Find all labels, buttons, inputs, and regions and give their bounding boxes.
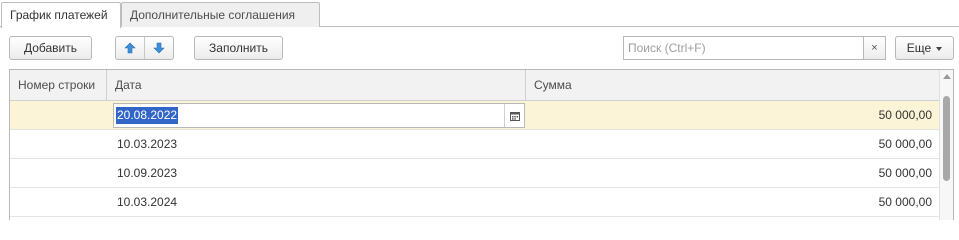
table-row[interactable]: 20.08.2022 50 000,00 [10,101,940,130]
row-number-cell[interactable] [10,101,107,129]
amount-cell[interactable]: 50 000,00 [526,188,940,216]
amount-cell[interactable]: 50 000,00 [526,101,940,129]
chevron-down-icon [936,46,943,51]
move-up-button[interactable] [116,37,144,59]
column-header-amount[interactable]: Сумма [526,70,940,100]
table-header: Номер строки Дата Сумма [10,70,940,101]
fill-button[interactable]: Заполнить [194,36,283,60]
calendar-icon [509,111,520,121]
table-row[interactable]: 10.03.2024 50 000,00 [10,188,940,217]
amount-cell[interactable]: 50 000,00 [526,159,940,187]
date-edit-value[interactable]: 20.08.2022 [116,107,179,124]
tab-payment-schedule[interactable]: График платежей [1,2,121,28]
row-number-cell[interactable] [10,130,107,158]
add-button[interactable]: Добавить [9,36,92,60]
table-row[interactable]: 10.09.2023 50 000,00 [10,159,940,188]
row-number-cell[interactable] [10,188,107,216]
tab-bar: График платежей Дополнительные соглашени… [0,0,959,28]
row-number-cell[interactable] [10,159,107,187]
column-header-date[interactable]: Дата [107,70,526,100]
arrow-up-icon [124,42,136,54]
amount-cell[interactable]: 50 000,00 [526,130,940,158]
date-cell[interactable]: 10.03.2024 [107,188,526,216]
vertical-scrollbar[interactable] [939,70,953,220]
payment-schedule-table: Номер строки Дата Сумма 20.08.2022 50 00… [9,69,954,220]
scrollbar-thumb[interactable] [943,96,950,181]
move-down-button[interactable] [144,37,173,59]
search-input[interactable] [623,36,863,60]
column-header-row-number[interactable]: Номер строки [10,70,107,100]
arrow-down-icon [153,42,165,54]
date-cell[interactable]: 10.09.2023 [107,159,526,187]
close-icon: × [871,42,878,54]
more-button[interactable]: Еще [895,36,954,60]
date-cell[interactable]: 10.03.2023 [107,130,526,158]
table-row[interactable]: 10.03.2023 50 000,00 [10,130,940,159]
calendar-button[interactable] [504,104,524,127]
scroll-up-icon[interactable] [943,74,951,79]
more-label: Еще [906,41,932,55]
search-clear-button[interactable]: × [863,36,886,60]
date-edit-field[interactable]: 20.08.2022 [113,103,525,128]
tab-additional-agreements[interactable]: Дополнительные соглашения [121,2,320,27]
move-buttons-group [115,36,174,60]
